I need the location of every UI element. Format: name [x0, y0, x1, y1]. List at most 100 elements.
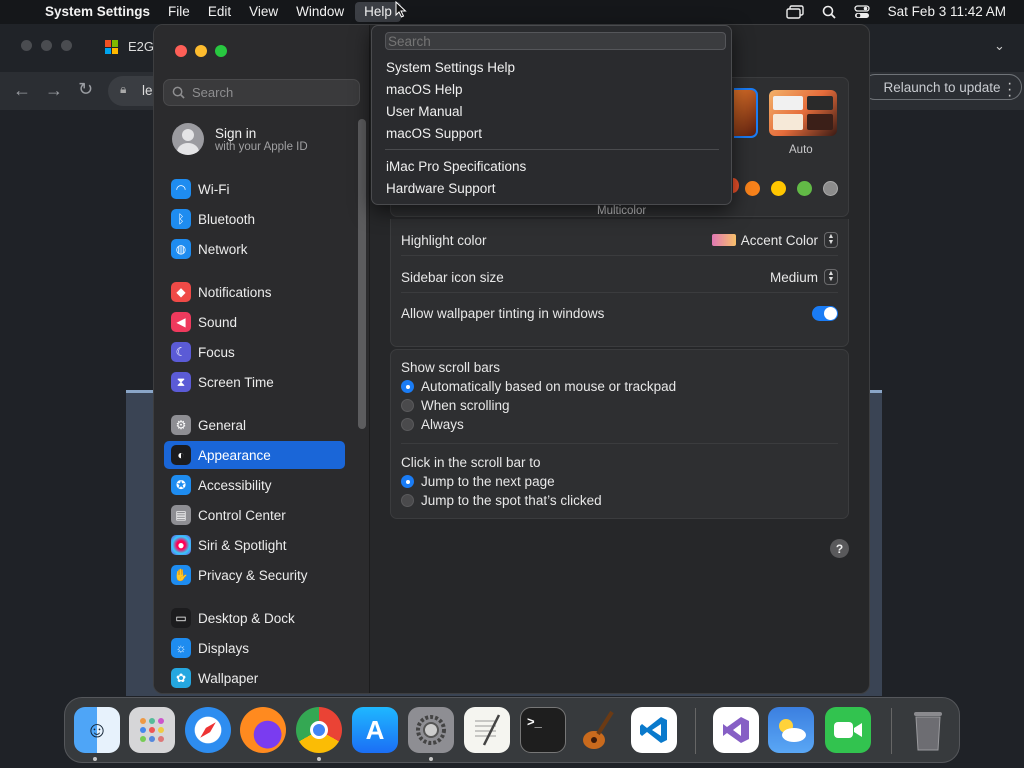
browser-tab-title[interactable]: E2G — [128, 39, 154, 54]
help-item-system-settings-help[interactable]: System Settings Help — [386, 60, 515, 75]
close-button[interactable] — [175, 45, 187, 57]
help-item-imac-pro-specifications[interactable]: iMac Pro Specifications — [386, 159, 526, 174]
app-menu[interactable]: System Settings — [27, 0, 159, 24]
scrollbar-option-when-scrolling[interactable]: When scrolling — [401, 398, 838, 413]
forward-arrow-icon[interactable]: → — [45, 80, 63, 101]
browser-minimize-button[interactable] — [41, 40, 52, 51]
sidebar-item-siri-spotlight[interactable]: ● Siri & Spotlight — [164, 531, 345, 559]
sidebar-item-control-center[interactable]: ▤ Control Center — [164, 501, 345, 529]
sidebar-item-label: General — [198, 417, 247, 433]
wifi-icon: ◠ — [171, 179, 191, 199]
sidebar-icon-size-popup[interactable]: Medium ▲ ▼ — [770, 269, 838, 285]
click-option-spot-clicked[interactable]: Jump to the spot that’s clicked — [401, 493, 838, 508]
control-center-icon[interactable] — [845, 5, 879, 19]
sidebar-item-wi-fi[interactable]: ◠ Wi-Fi — [164, 175, 345, 203]
facetime-icon[interactable] — [825, 707, 871, 753]
reload-icon[interactable]: ↻ — [78, 79, 93, 100]
sun-icon: ☼ — [171, 638, 191, 658]
menubar-clock[interactable]: Sat Feb 3 11:42 AM — [879, 0, 1024, 24]
sidebar-item-desktop-dock[interactable]: ▭ Desktop & Dock — [164, 604, 345, 632]
minimize-button[interactable] — [195, 45, 207, 57]
sidebar-search-field[interactable]: Search — [163, 79, 360, 106]
dock-divider — [891, 708, 892, 754]
browser-zoom-button[interactable] — [61, 40, 72, 51]
radio-button[interactable] — [401, 494, 414, 507]
signin-title: Sign in — [215, 125, 257, 141]
back-arrow-icon[interactable]: ← — [13, 80, 31, 101]
auto-theme-thumbnail[interactable] — [769, 90, 837, 136]
menu-edit[interactable]: Edit — [199, 0, 240, 24]
sidebar: Search Sign in with your Apple ID ◠ Wi-Fi… — [154, 25, 370, 693]
spotlight-search-icon[interactable] — [813, 5, 845, 19]
click-option-next-page[interactable]: Jump to the next page — [401, 474, 838, 489]
vscode-icon[interactable] — [631, 707, 677, 753]
dock: ☺ A >_ — [64, 697, 960, 763]
safari-icon[interactable] — [185, 707, 231, 753]
sidebar-item-label: Bluetooth — [198, 211, 256, 227]
sidebar-item-appearance[interactable]: ◐ Appearance — [164, 441, 345, 469]
sidebar-item-general[interactable]: ⚙ General — [164, 411, 345, 439]
highlight-color-value: Accent Color — [740, 232, 818, 248]
dock-divider — [695, 708, 696, 754]
screen-mirroring-icon[interactable] — [777, 5, 813, 19]
menu-window[interactable]: Window — [287, 0, 353, 24]
radio-button[interactable] — [401, 380, 414, 393]
help-search-input[interactable] — [385, 32, 726, 50]
textedit-icon[interactable] — [464, 707, 510, 753]
speaker-icon: ◀ — [171, 312, 191, 332]
sidebar-scrollbar[interactable] — [358, 119, 366, 429]
garageband-icon[interactable] — [575, 707, 621, 753]
sidebar-item-label: Wi-Fi — [198, 181, 230, 197]
sidebar-item-bluetooth[interactable]: ᛒ Bluetooth — [164, 205, 345, 233]
scrollbar-option-always[interactable]: Always — [401, 417, 838, 432]
sidebar-item-privacy-security[interactable]: ✋ Privacy & Security — [164, 561, 345, 589]
visual-studio-icon[interactable] — [713, 707, 759, 753]
accent-graphite-swatch[interactable] — [823, 181, 838, 196]
radio-button[interactable] — [401, 475, 414, 488]
sidebar-item-wallpaper[interactable]: ✿ Wallpaper — [164, 664, 345, 692]
browser-close-button[interactable] — [21, 40, 32, 51]
browser-menu-icon[interactable]: · · · — [1007, 76, 1012, 104]
dark-theme-thumbnail[interactable] — [734, 88, 758, 138]
sidebar-item-notifications[interactable]: ◆ Notifications — [164, 278, 345, 306]
accent-green-swatch[interactable] — [797, 181, 812, 196]
menu-view[interactable]: View — [240, 0, 287, 24]
accent-orange-swatch[interactable] — [745, 181, 760, 196]
firefox-icon[interactable] — [240, 707, 286, 753]
sidebar-item-screen-time[interactable]: ⧗ Screen Time — [164, 368, 345, 396]
finder-running-indicator — [93, 757, 97, 761]
menu-file[interactable]: File — [159, 0, 199, 24]
app-store-icon[interactable]: A — [352, 707, 398, 753]
system-settings-running-indicator — [429, 757, 433, 761]
help-button[interactable]: ? — [830, 539, 849, 558]
help-item-macos-help[interactable]: macOS Help — [386, 82, 463, 97]
scrollbar-option-auto[interactable]: Automatically based on mouse or trackpad — [401, 379, 838, 394]
chrome-icon[interactable] — [296, 707, 342, 753]
radio-button[interactable] — [401, 399, 414, 412]
sidebar-item-accessibility[interactable]: ✪ Accessibility — [164, 471, 345, 499]
help-item-macos-support[interactable]: macOS Support — [386, 126, 482, 141]
accent-yellow-swatch[interactable] — [771, 181, 786, 196]
wallpaper-tinting-toggle[interactable] — [812, 306, 838, 321]
trash-icon[interactable] — [905, 707, 951, 753]
sidebar-item-sound[interactable]: ◀ Sound — [164, 308, 345, 336]
radio-button[interactable] — [401, 418, 414, 431]
highlight-color-popup[interactable]: Accent Color ▲ ▼ — [711, 232, 838, 248]
relaunch-to-update-button[interactable]: Relaunch to update — [862, 74, 1022, 100]
system-settings-icon[interactable] — [408, 707, 454, 753]
weather-icon[interactable] — [768, 707, 814, 753]
sidebar-item-focus[interactable]: ☾ Focus — [164, 338, 345, 366]
help-item-user-manual[interactable]: User Manual — [386, 104, 463, 119]
sidebar-item-displays[interactable]: ☼ Displays — [164, 634, 345, 662]
finder-icon[interactable]: ☺ — [74, 707, 120, 753]
terminal-icon[interactable]: >_ — [520, 707, 566, 753]
chrome-running-indicator — [317, 757, 321, 761]
launchpad-icon[interactable] — [129, 707, 175, 753]
sidebar-item-label: Privacy & Security — [198, 567, 308, 583]
help-item-hardware-support[interactable]: Hardware Support — [386, 181, 496, 196]
sidebar-item-network[interactable]: ◍ Network — [164, 235, 345, 263]
zoom-button[interactable] — [215, 45, 227, 57]
tab-list-chevron-icon[interactable]: ⌄ — [994, 38, 1005, 54]
apple-id-signin[interactable]: Sign in with your Apple ID — [172, 123, 308, 155]
wallpaper-tinting-label: Allow wallpaper tinting in windows — [401, 306, 605, 321]
